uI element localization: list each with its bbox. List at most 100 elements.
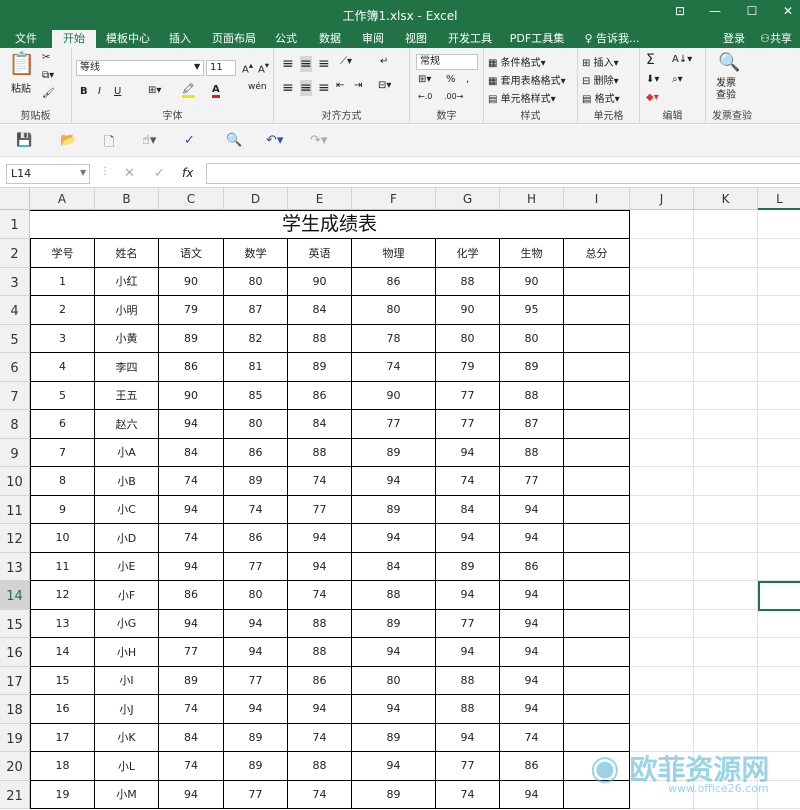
table-cell[interactable]: 13 <box>30 609 95 638</box>
minimize-button[interactable]: — <box>695 4 735 18</box>
table-cell[interactable]: 94 <box>500 666 564 695</box>
table-cell[interactable]: 80 <box>352 296 436 325</box>
tab-file[interactable]: 文件 <box>6 30 46 48</box>
table-cell[interactable] <box>564 581 630 610</box>
format-painter-icon[interactable]: 🖌 <box>42 88 55 99</box>
table-cell[interactable]: 小C <box>95 495 159 524</box>
table-cell[interactable]: 94 <box>288 695 352 724</box>
ribbon-display-button[interactable]: ⊡ <box>660 4 700 18</box>
table-cell[interactable]: 84 <box>159 438 224 467</box>
login-button[interactable]: 登录 <box>718 30 750 48</box>
table-cell[interactable]: 94 <box>224 609 288 638</box>
header-cell[interactable]: 语文 <box>159 239 224 268</box>
table-cell[interactable]: 94 <box>224 695 288 724</box>
table-cell[interactable]: 88 <box>288 438 352 467</box>
tab-home[interactable]: 开始 <box>52 30 96 48</box>
table-cell[interactable] <box>564 609 630 638</box>
table-cell[interactable]: 90 <box>352 381 436 410</box>
header-cell[interactable]: 姓名 <box>95 239 159 268</box>
table-cell[interactable]: 78 <box>352 324 436 353</box>
table-cell[interactable]: 77 <box>288 495 352 524</box>
table-cell[interactable]: 84 <box>288 296 352 325</box>
table-cell[interactable]: 10 <box>30 524 95 553</box>
table-cell[interactable]: 79 <box>436 353 500 382</box>
row-header[interactable]: 16 <box>0 638 30 667</box>
format-as-table-button[interactable]: ▦ 套用表格格式▾ <box>488 72 566 87</box>
table-cell[interactable]: 90 <box>159 267 224 296</box>
selected-cell-l14[interactable] <box>758 581 800 611</box>
clear-icon[interactable]: ◆▾ <box>646 92 659 103</box>
table-cell[interactable]: 7 <box>30 438 95 467</box>
table-cell[interactable]: 86 <box>352 267 436 296</box>
table-cell[interactable]: 74 <box>159 752 224 781</box>
increase-font-icon[interactable]: A▴ <box>242 60 253 75</box>
table-cell[interactable]: 94 <box>288 524 352 553</box>
table-cell[interactable]: 小I <box>95 666 159 695</box>
row-header[interactable]: 1 <box>0 210 30 239</box>
row-header[interactable]: 18 <box>0 695 30 724</box>
merge-center-icon[interactable]: ⊟▾ <box>378 80 391 91</box>
table-cell[interactable]: 94 <box>159 552 224 581</box>
table-cell[interactable] <box>564 410 630 439</box>
table-cell[interactable]: 89 <box>500 353 564 382</box>
table-cell[interactable]: 94 <box>352 524 436 553</box>
table-cell[interactable]: 80 <box>224 267 288 296</box>
table-cell[interactable]: 88 <box>288 752 352 781</box>
table-cell[interactable]: 89 <box>159 324 224 353</box>
table-cell[interactable] <box>564 296 630 325</box>
bold-button[interactable]: B <box>80 86 88 97</box>
table-cell[interactable]: 80 <box>224 410 288 439</box>
row-header[interactable]: 13 <box>0 552 30 581</box>
table-cell[interactable]: 74 <box>288 581 352 610</box>
table-cell[interactable]: 77 <box>500 467 564 496</box>
row-header[interactable]: 9 <box>0 438 30 467</box>
table-cell[interactable]: 81 <box>224 353 288 382</box>
header-cell[interactable]: 化学 <box>436 239 500 268</box>
row-header[interactable]: 10 <box>0 467 30 496</box>
table-cell[interactable]: 88 <box>352 581 436 610</box>
table-cell[interactable]: 94 <box>352 467 436 496</box>
close-button[interactable]: ✕ <box>768 4 800 18</box>
align-right-icon[interactable]: ≡ <box>318 80 330 96</box>
sheet-title[interactable]: 学生成绩表 <box>30 210 630 239</box>
table-cell[interactable]: 14 <box>30 638 95 667</box>
table-cell[interactable]: 94 <box>500 581 564 610</box>
row-header[interactable]: 14 <box>0 581 30 610</box>
table-cell[interactable]: 小F <box>95 581 159 610</box>
invoice-check-icon[interactable]: 🔍 <box>718 52 740 73</box>
table-cell[interactable]: 89 <box>224 752 288 781</box>
table-cell[interactable]: 王五 <box>95 381 159 410</box>
spelling-icon[interactable]: ✓ <box>184 133 195 148</box>
table-cell[interactable] <box>564 438 630 467</box>
cut-icon[interactable]: ✂ <box>42 52 50 63</box>
table-cell[interactable]: 94 <box>436 581 500 610</box>
table-cell[interactable]: 74 <box>288 780 352 809</box>
table-cell[interactable]: 89 <box>288 353 352 382</box>
table-cell[interactable]: 80 <box>224 581 288 610</box>
table-cell[interactable]: 2 <box>30 296 95 325</box>
table-cell[interactable]: 79 <box>159 296 224 325</box>
tab-pdf-tools[interactable]: PDF工具集 <box>504 30 570 48</box>
row-header[interactable]: 5 <box>0 324 30 353</box>
table-cell[interactable]: 74 <box>159 695 224 724</box>
row-header[interactable]: 7 <box>0 381 30 410</box>
table-cell[interactable]: 74 <box>288 723 352 752</box>
font-size-select[interactable]: 11 <box>206 60 236 76</box>
table-cell[interactable]: 小A <box>95 438 159 467</box>
table-cell[interactable]: 11 <box>30 552 95 581</box>
tab-template-center[interactable]: 模板中心 <box>102 30 154 48</box>
table-cell[interactable]: 小K <box>95 723 159 752</box>
row-header[interactable]: 20 <box>0 752 30 781</box>
header-cell[interactable]: 英语 <box>288 239 352 268</box>
table-cell[interactable]: 74 <box>159 524 224 553</box>
name-box[interactable]: L14 <box>6 164 90 184</box>
table-cell[interactable]: 6 <box>30 410 95 439</box>
column-header-k[interactable]: K <box>694 188 758 210</box>
table-cell[interactable]: 94 <box>352 695 436 724</box>
table-cell[interactable]: 86 <box>224 524 288 553</box>
redo-icon[interactable]: ↷▾ <box>310 133 327 148</box>
table-cell[interactable]: 88 <box>288 609 352 638</box>
formula-input[interactable] <box>206 163 800 184</box>
column-header-l[interactable]: L <box>758 188 800 210</box>
table-cell[interactable]: 74 <box>159 467 224 496</box>
